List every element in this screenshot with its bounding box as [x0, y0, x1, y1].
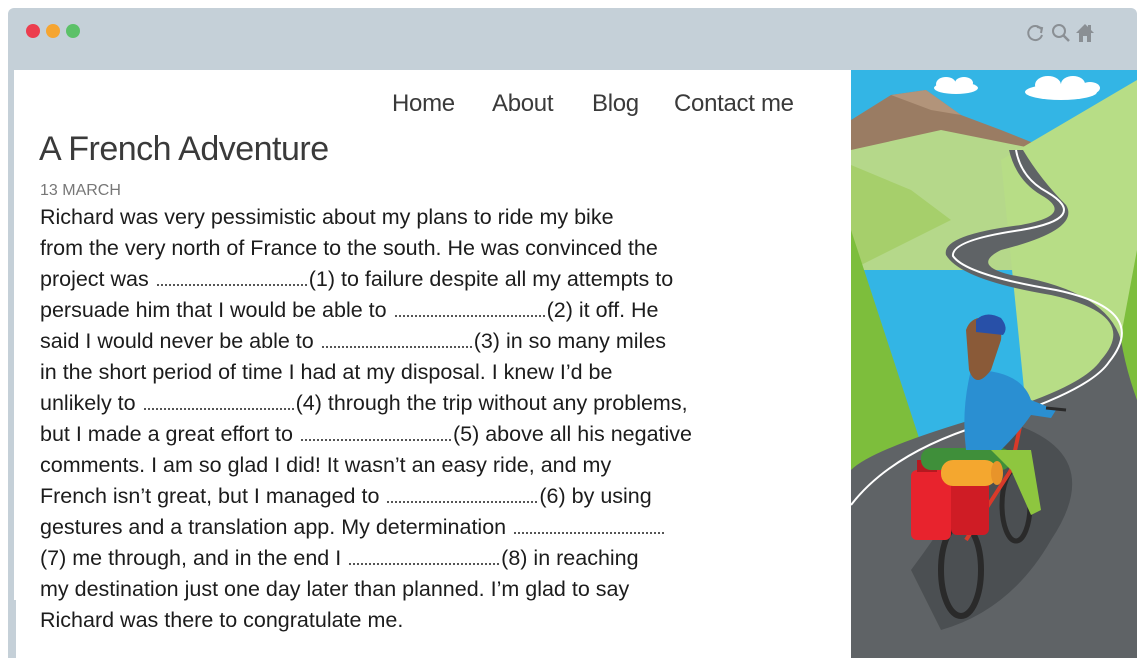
answer-blank[interactable]: [514, 512, 665, 534]
article-line: Richard was there to congratulate me.: [40, 605, 840, 636]
article-text: (3) in so many miles: [473, 329, 667, 353]
article-text: (4) through the trip without any problem…: [295, 391, 688, 415]
browser-titlebar: [8, 8, 1137, 70]
article-text: Richard was very pessimistic about my pl…: [40, 205, 614, 229]
article-text: from the very north of France to the sou…: [40, 236, 658, 260]
maximize-window-dot[interactable]: [66, 24, 80, 38]
nav-home[interactable]: Home: [392, 90, 455, 118]
article-text: (8) in reaching: [501, 546, 639, 570]
article-line: project was (1) to failure despite all m…: [40, 264, 840, 295]
close-window-dot[interactable]: [26, 24, 40, 38]
answer-blank[interactable]: [143, 388, 294, 410]
article-line: Richard was very pessimistic about my pl…: [40, 202, 840, 233]
answer-blank[interactable]: [349, 543, 500, 565]
answer-blank[interactable]: [156, 264, 307, 286]
home-icon[interactable]: [1074, 22, 1096, 44]
article-text: French isn’t great, but I managed to: [40, 484, 386, 508]
article-text: unlikely to: [40, 391, 142, 415]
search-icon[interactable]: [1050, 22, 1072, 44]
page-viewport: Home About Blog Contact me A French Adve…: [14, 70, 1137, 658]
answer-blank[interactable]: [394, 295, 545, 317]
nav-about[interactable]: About: [492, 90, 554, 118]
minimize-window-dot[interactable]: [46, 24, 60, 38]
divider: [14, 600, 16, 658]
article-text: (6) by using: [539, 484, 652, 508]
article-text: persuade him that I would be able to: [40, 298, 393, 322]
post-date: 13 MARCH: [40, 182, 121, 199]
article-text: but I made a great effort to: [40, 422, 299, 446]
answer-blank[interactable]: [387, 481, 538, 503]
article-text: project was: [40, 267, 155, 291]
article-line: French isn’t great, but I managed to (6)…: [40, 481, 840, 512]
article-text: comments. I am so glad I did! It wasn’t …: [40, 453, 612, 477]
cyclist-illustration: [851, 70, 1137, 658]
article-text: Richard was there to congratulate me.: [40, 608, 404, 632]
page-title: A French Adventure: [39, 130, 329, 168]
article-line: (7) me through, and in the end I (8) in …: [40, 543, 840, 574]
article-line: my destination just one day later than p…: [40, 574, 840, 605]
article-line: in the short period of time I had at my …: [40, 357, 840, 388]
article-text: said I would never be able to: [40, 329, 320, 353]
answer-blank[interactable]: [321, 326, 472, 348]
article-text: gestures and a translation app. My deter…: [40, 515, 513, 539]
article-body: Richard was very pessimistic about my pl…: [40, 202, 840, 636]
article-line: comments. I am so glad I did! It wasn’t …: [40, 450, 840, 481]
article-line: unlikely to (4) through the trip without…: [40, 388, 840, 419]
browser-window: Home About Blog Contact me A French Adve…: [8, 8, 1137, 658]
article-line: persuade him that I would be able to (2)…: [40, 295, 840, 326]
nav-contact[interactable]: Contact me: [674, 90, 794, 118]
article-text: (1) to failure despite all my attempts t…: [308, 267, 674, 291]
article-line: but I made a great effort to (5) above a…: [40, 419, 840, 450]
article-text: (7) me through, and in the end I: [40, 546, 348, 570]
article-text: in the short period of time I had at my …: [40, 360, 613, 384]
site-nav: Home About Blog Contact me: [14, 90, 844, 120]
nav-blog[interactable]: Blog: [592, 90, 639, 118]
answer-blank[interactable]: [300, 419, 451, 441]
article-line: from the very north of France to the sou…: [40, 233, 840, 264]
article-text: (2) it off. He: [546, 298, 659, 322]
article-line: gestures and a translation app. My deter…: [40, 512, 840, 543]
refresh-icon[interactable]: [1024, 22, 1046, 44]
article-line: said I would never be able to (3) in so …: [40, 326, 840, 357]
article-text: my destination just one day later than p…: [40, 577, 630, 601]
article-text: (5) above all his negative: [452, 422, 692, 446]
